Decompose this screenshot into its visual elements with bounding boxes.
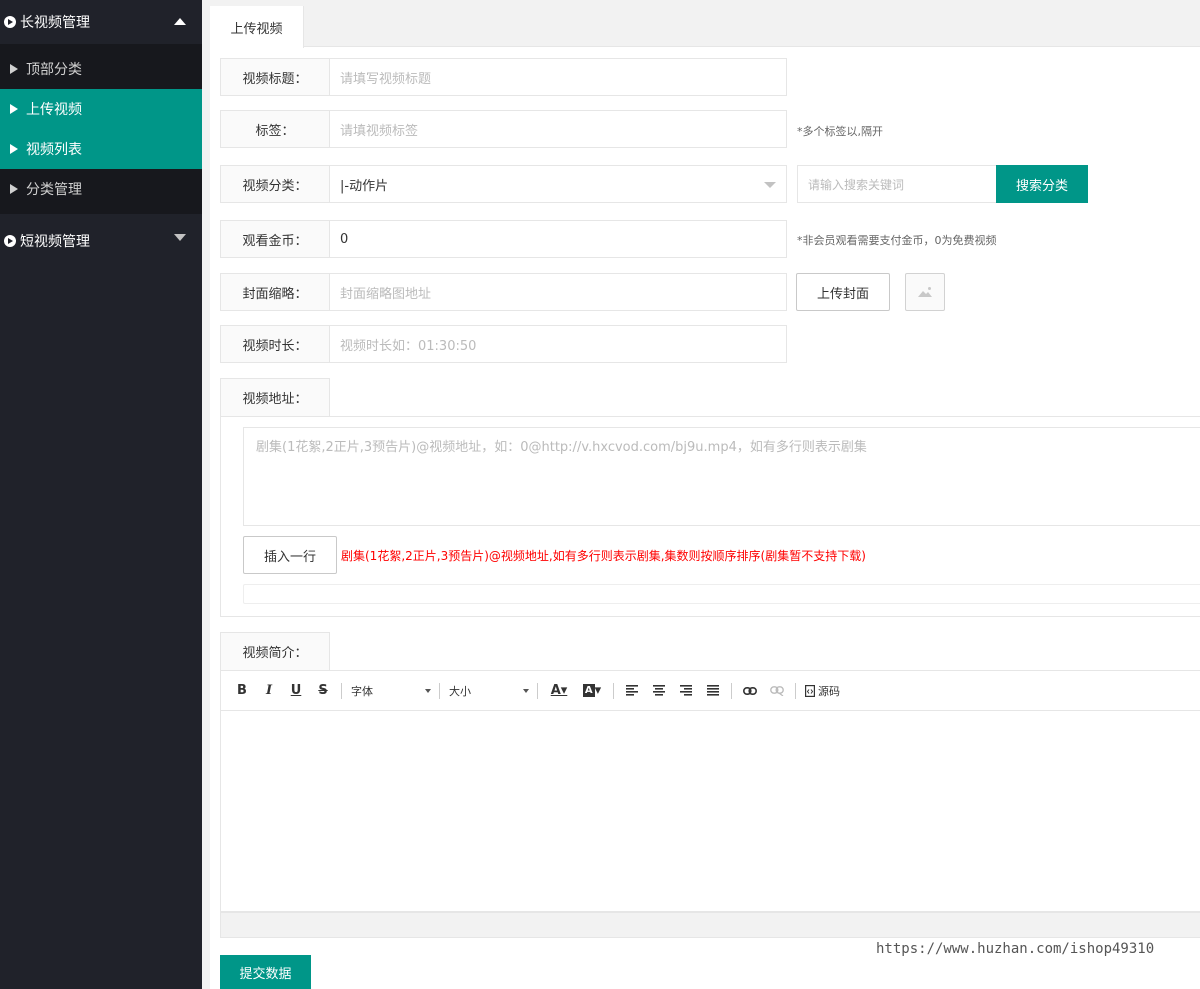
triangle-right-icon [10,184,18,194]
title-input[interactable]: 请填写视频标题 [330,58,787,96]
row-cover: 封面缩略： 封面缩略图地址 [220,273,787,311]
sidebar-item-label: 分类管理 [26,182,82,198]
sidebar-item-upload-video[interactable]: 上传视频 [0,89,202,129]
video-url-label: 视频地址： [220,378,330,416]
align-right-icon [680,685,692,696]
editor-footer [220,912,1200,938]
caret-up-icon [174,18,186,25]
image-icon [918,287,932,297]
nav-group-title: 长视频管理 [20,15,90,31]
triangle-right-icon [10,104,18,114]
toolbar-divider [613,682,614,699]
insert-link-button[interactable] [741,681,759,701]
video-url-textarea[interactable]: 剧集(1花絮,2正片,3预告片)@视频地址，如：0@http://v.hxcvo… [243,427,1200,526]
video-url-note: 剧集(1花絮,2正片,3预告片)@视频地址,如有多行则表示剧集,集数则按顺序排序… [341,549,866,563]
search-category-button[interactable]: 搜索分类 [996,165,1088,203]
upload-cover-button[interactable]: 上传封面 [796,273,890,311]
cover-label: 封面缩略： [220,273,330,311]
nav-group-title: 短视频管理 [20,234,90,250]
unlink-button[interactable] [768,681,786,701]
toolbar-divider [341,682,342,699]
duration-label: 视频时长： [220,325,330,363]
font-color-button[interactable]: A▾ [547,681,571,701]
align-right-button[interactable] [677,681,695,701]
tags-hint: *多个标签以,隔开 [797,125,883,138]
align-left-icon [626,685,638,696]
title-label: 视频标题： [220,58,330,96]
row-tags: 标签： 请填视频标签 [220,110,787,148]
play-circle-icon [4,16,16,28]
insert-row-button[interactable]: 插入一行 [243,536,337,574]
nav-group-long-video[interactable]: 长视频管理 [0,0,202,44]
cover-input[interactable]: 封面缩略图地址 [330,273,787,311]
row-title: 视频标题： 请填写视频标题 [220,58,787,96]
toolbar-divider [795,682,796,699]
editor-toolbar: B I U S 字体 大小 A▾ A ▾ 源码 [220,670,1200,711]
triangle-right-icon [10,64,18,74]
sidebar-item-label: 顶部分类 [26,62,82,78]
play-circle-icon [4,235,16,247]
italic-button[interactable]: I [260,681,278,701]
link-icon [743,686,757,695]
toolbar-divider [731,682,732,699]
row-coins: 观看金币： 0 [220,220,787,258]
highlight-color-button[interactable]: A ▾ [580,681,604,701]
nav-group-short-video[interactable]: 短视频管理 [0,214,202,268]
bold-button[interactable]: B [233,681,251,701]
font-size-dropdown[interactable]: 大小 [449,683,529,699]
align-left-button[interactable] [623,681,641,701]
code-file-icon [805,684,815,697]
sidebar-item-label: 上传视频 [26,102,82,118]
size-dropdown-label: 大小 [449,684,471,698]
toolbar-divider [439,682,440,699]
duration-input[interactable]: 视频时长如：01:30:50 [330,325,787,363]
triangle-right-icon [10,144,18,154]
coins-input[interactable]: 0 [330,220,787,258]
chevron-down-icon [523,688,529,693]
video-url-bar [243,584,1200,604]
font-family-dropdown[interactable]: 字体 [351,683,431,699]
category-label: 视频分类： [220,165,330,203]
tab-bar: 上传视频 [210,6,1200,48]
strikethrough-button[interactable]: S [314,681,332,701]
chevron-down-icon [764,182,776,188]
chevron-down-icon [425,688,431,693]
tags-label: 标签： [220,110,330,148]
align-center-button[interactable] [650,681,668,701]
rich-text-editor[interactable] [220,711,1200,912]
main-content: 上传视频 视频标题： 请填写视频标题 标签： 请填视频标签 *多个标签以,隔开 … [210,6,1200,989]
source-code-label: 源码 [818,684,840,698]
sidebar-item-label: 视频列表 [26,142,82,158]
unlink-icon [770,685,784,696]
source-code-button[interactable]: 源码 [805,681,840,701]
category-selected-value: |-动作片 [340,178,389,194]
sidebar-item-top-category[interactable]: 顶部分类 [0,49,202,89]
font-dropdown-label: 字体 [351,684,373,698]
tags-input[interactable]: 请填视频标签 [330,110,787,148]
sidebar-item-category-manage[interactable]: 分类管理 [0,169,202,209]
sidebar-item-video-list[interactable]: 视频列表 [0,129,202,169]
coins-label: 观看金币： [220,220,330,258]
tab-upload-video[interactable]: 上传视频 [210,6,304,48]
justify-button[interactable] [704,681,722,701]
row-duration: 视频时长： 视频时长如：01:30:50 [220,325,787,363]
highlight-icon: A [582,684,595,697]
sidebar: 长视频管理 顶部分类 上传视频 视频列表 分类管理 短视频管理 [0,0,202,989]
row-category: 视频分类： |-动作片 [220,165,787,203]
align-justify-icon [707,685,719,696]
caret-down-icon [174,234,186,241]
image-preview-button[interactable] [905,273,945,311]
watermark-text: https://www.huzhan.com/ishop49310 [876,941,1155,957]
intro-label: 视频简介： [220,632,330,670]
coins-hint: *非会员观看需要支付金币，0为免费视频 [797,234,997,247]
submenu-long-video: 顶部分类 上传视频 视频列表 分类管理 [0,44,202,214]
submit-button[interactable]: 提交数据 [220,955,311,989]
category-search-input[interactable]: 请输入搜索关键词 [797,165,997,203]
category-select[interactable]: |-动作片 [330,165,787,203]
underline-button[interactable]: U [287,681,305,701]
toolbar-divider [537,682,538,699]
align-center-icon [653,685,665,696]
